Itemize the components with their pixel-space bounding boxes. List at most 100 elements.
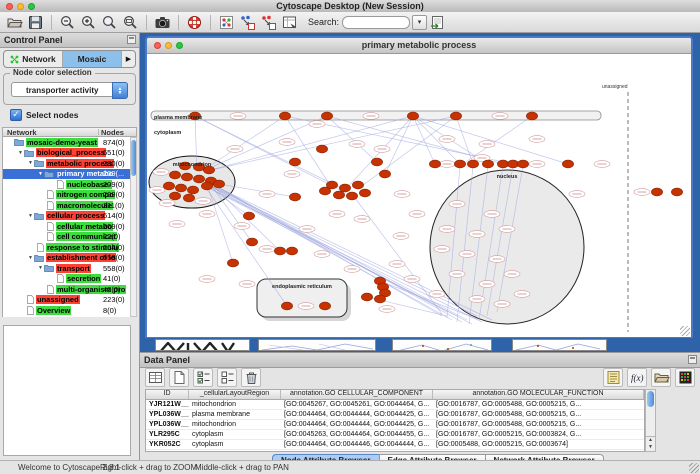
scrollbar-arrows-icon[interactable]: ▲▼ xyxy=(646,436,655,451)
tree-item-metabolic-process[interactable]: ▼metabolic process280(0) xyxy=(3,158,130,169)
help-lifesaver-icon[interactable] xyxy=(185,13,204,32)
node-color-dropdown[interactable]: transporter activity ▲▼ xyxy=(11,82,128,97)
table-cell[interactable]: mitochondrion xyxy=(189,450,281,453)
table-cell[interactable]: [GO:0016787, GO:0005488, GO:0005215, G..… xyxy=(433,450,644,453)
network-node-highlighted[interactable] xyxy=(321,112,332,120)
table-cell[interactable]: plasma membrane xyxy=(189,410,281,419)
more-tabs-arrow-icon[interactable]: ▶ xyxy=(122,51,135,67)
expander-icon[interactable]: ▼ xyxy=(27,255,34,261)
tab-network[interactable]: Network xyxy=(4,51,63,67)
tree-item-overview[interactable]: Overview8(0) xyxy=(3,305,130,316)
table-row[interactable]: YLR295Ccytoplasm[GO:0045263, GO:0044464,… xyxy=(146,430,644,440)
table-cell[interactable]: [GO:0044464, GO:0044444, GO:0044425, G..… xyxy=(281,410,433,419)
tree-scrollbar[interactable] xyxy=(130,137,137,317)
network-window-titlebar[interactable]: primary metabolic process xyxy=(147,38,691,54)
search-input[interactable] xyxy=(342,16,410,29)
tree-item-response-to-stimulu[interactable]: response to stimulu264(0) xyxy=(3,242,130,253)
select-attributes-icon[interactable] xyxy=(193,368,213,387)
table-cell[interactable]: YPL036W__1 xyxy=(146,420,189,429)
column-header[interactable]: annotation.GO CELLULAR_COMPONENT xyxy=(281,390,433,399)
network-node-highlighted[interactable] xyxy=(379,170,390,178)
network-node-highlighted[interactable] xyxy=(193,175,204,183)
network-node-highlighted[interactable] xyxy=(201,182,212,190)
network-node-highlighted[interactable] xyxy=(213,180,224,188)
column-header[interactable]: _cellularLayoutRegion xyxy=(189,390,281,399)
table-row[interactable]: YPL036W__2plasma membrane[GO:0044464, GO… xyxy=(146,410,644,420)
minimized-window-thumbnail[interactable] xyxy=(155,339,250,351)
tab-mosaic[interactable]: Mosaic xyxy=(63,51,122,67)
network-node-highlighted[interactable] xyxy=(286,247,297,255)
table-cell[interactable]: [GO:0044464, GO:0044444, GO:0044425, G..… xyxy=(281,420,433,429)
column-header[interactable]: annotation.GO MOLECULAR_FUNCTION xyxy=(433,390,644,399)
network-node-highlighted[interactable] xyxy=(183,194,194,202)
network-node-highlighted[interactable] xyxy=(319,187,330,195)
expander-icon[interactable]: ▼ xyxy=(37,265,44,271)
tree-item-cellular-process[interactable]: ▼cellular process614(0) xyxy=(3,211,130,222)
table-cell[interactable]: [GO:0016787, GO:0005215, GO:0003824, G..… xyxy=(433,430,644,439)
network-view-window[interactable]: primary metabolic process plasma membran… xyxy=(145,36,693,338)
network-node-highlighted[interactable] xyxy=(517,160,528,168)
tree-item-cellular-metabo[interactable]: cellular metabo209(0) xyxy=(3,221,130,232)
expander-icon[interactable]: ▼ xyxy=(27,213,34,219)
tree-item-cell-communicat[interactable]: cell communicat22(0) xyxy=(3,232,130,243)
network-node-highlighted[interactable] xyxy=(316,145,327,153)
attribute-list-icon[interactable] xyxy=(603,368,623,387)
table-cell[interactable]: [GO:0016787, GO:0005488, GO:0005215, G..… xyxy=(433,420,644,429)
network-node-highlighted[interactable] xyxy=(175,184,186,192)
network-node-highlighted[interactable] xyxy=(187,186,198,194)
tree-item-nitrogen-compo[interactable]: nitrogen compo209(0) xyxy=(3,190,130,201)
table-cell[interactable]: cytoplasm xyxy=(189,440,281,449)
network-node-highlighted[interactable] xyxy=(562,160,573,168)
tree-item-macromolecule[interactable]: macromolecule311(0) xyxy=(3,200,130,211)
table-grid-icon[interactable] xyxy=(145,368,165,387)
table-cell[interactable]: YJR121W__1 xyxy=(146,400,189,409)
network-node-highlighted[interactable] xyxy=(246,238,257,246)
network-node-highlighted[interactable] xyxy=(181,173,192,181)
column-header[interactable]: ID xyxy=(146,390,189,399)
table-cell[interactable]: [GO:0045263, GO:0044464, GO:0044455, G..… xyxy=(281,430,433,439)
network-node-highlighted[interactable] xyxy=(361,293,372,301)
network-node-highlighted[interactable] xyxy=(281,302,292,310)
table-cell[interactable]: [GO:0044464, GO:0044444, GO:0044444, G..… xyxy=(281,450,433,453)
table-row[interactable]: YJR121W__1mitochondrion[GO:0045267, GO:0… xyxy=(146,400,644,410)
table-cell[interactable]: YDR039C__1 xyxy=(146,450,189,453)
network-node-highlighted[interactable] xyxy=(279,112,290,120)
table-cell[interactable]: cytoplasm xyxy=(189,430,281,439)
network-node-highlighted[interactable] xyxy=(374,295,385,303)
tree-item-unassigned[interactable]: unassigned223(0) xyxy=(3,295,130,306)
network-node-highlighted[interactable] xyxy=(352,181,363,189)
network-node-highlighted[interactable] xyxy=(497,160,508,168)
network-node-highlighted[interactable] xyxy=(346,192,357,200)
zoom-out-icon[interactable] xyxy=(58,13,77,32)
open-attributes-icon[interactable] xyxy=(651,368,671,387)
tree-item-transport[interactable]: ▼transport558(0) xyxy=(3,263,130,274)
table-row[interactable]: YDR039C__1mitochondrion[GO:0044464, GO:0… xyxy=(146,450,644,453)
network-node-highlighted[interactable] xyxy=(359,189,370,197)
tree-item-mosaic-demo-yeast[interactable]: mosaic-demo-yeast874(0) xyxy=(3,137,130,148)
network-node-highlighted[interactable] xyxy=(227,259,238,267)
network-node-highlighted[interactable] xyxy=(289,158,300,166)
network-node-highlighted[interactable] xyxy=(274,247,285,255)
network-node-highlighted[interactable] xyxy=(507,160,518,168)
save-icon[interactable] xyxy=(26,13,45,32)
float-panel-icon[interactable] xyxy=(688,355,697,364)
network-node-highlighted[interactable] xyxy=(467,160,478,168)
table-cell[interactable]: [GO:0045267, GO:0045261, GO:0044464, G..… xyxy=(281,400,433,409)
table-cell[interactable]: YLR295C xyxy=(146,430,189,439)
app-resize-grip[interactable] xyxy=(689,463,699,473)
tree-item-establishment-of-lo[interactable]: ▼establishment of lo558(0) xyxy=(3,253,130,264)
expander-icon[interactable]: ▼ xyxy=(37,171,44,177)
network-node-highlighted[interactable] xyxy=(319,302,330,310)
table-cell[interactable]: mitochondrion xyxy=(189,400,281,409)
network-node-highlighted[interactable] xyxy=(243,212,254,220)
zoom-selected-icon[interactable] xyxy=(121,13,140,32)
function-builder-icon[interactable]: f(x) xyxy=(627,368,647,387)
table-cell[interactable]: [GO:0044464, GO:0044446, GO:0044444, G..… xyxy=(281,440,433,449)
network-node-highlighted[interactable] xyxy=(450,112,461,120)
network-node-highlighted[interactable] xyxy=(169,171,180,179)
tree-item-primary-metabo[interactable]: ▼primary metabo209(... xyxy=(3,169,130,180)
table-cell[interactable]: YPL036W__2 xyxy=(146,410,189,419)
tree-item-nucleobase-[interactable]: nucleobase-209(0) xyxy=(3,179,130,190)
network-node-highlighted[interactable] xyxy=(371,158,382,166)
network-node-highlighted[interactable] xyxy=(671,188,682,196)
